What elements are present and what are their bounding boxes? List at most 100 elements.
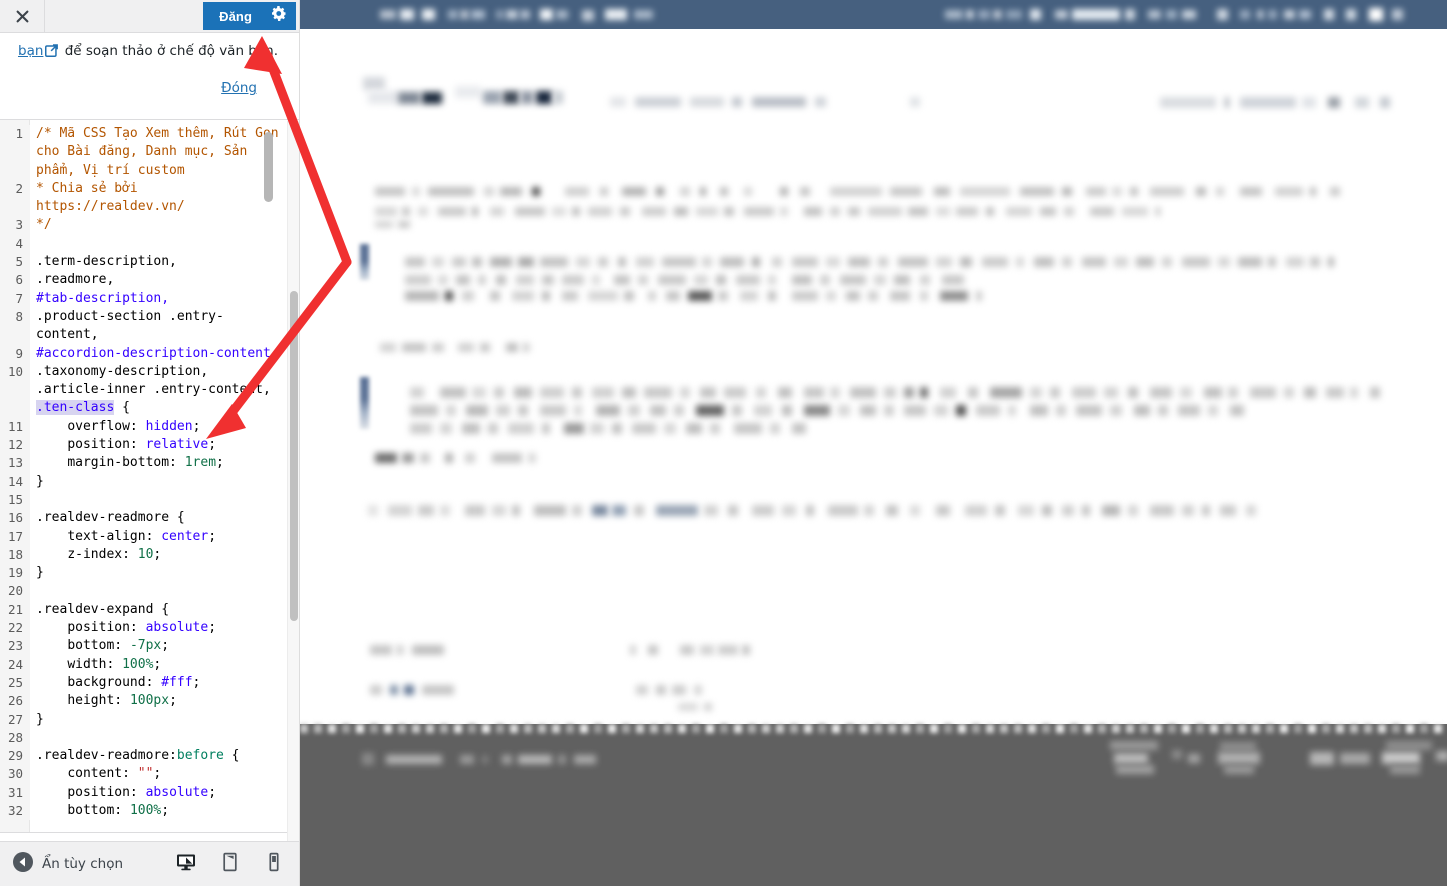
obscured-text-block	[540, 257, 568, 267]
code-line-content[interactable]: height: 100px;	[30, 692, 279, 710]
obscured-text-block	[596, 405, 620, 416]
code-line-content[interactable]: content: "";	[30, 765, 279, 783]
code-line[interactable]: 15	[0, 490, 279, 510]
code-line[interactable]: 12 position: relative;	[0, 436, 279, 455]
code-line[interactable]: 3 */	[0, 216, 279, 235]
code-token: ;	[169, 693, 177, 709]
code-line[interactable]: 18 z-index: 10;	[0, 545, 279, 565]
code-line-content[interactable]: #accordion-description-content,	[30, 345, 279, 363]
wp-admin-bar[interactable]	[300, 0, 1447, 29]
code-line-content[interactable]: bottom: 100%;	[30, 802, 279, 820]
site-preview-frame[interactable]	[300, 0, 1447, 886]
obscured-text-block	[664, 423, 676, 434]
code-line[interactable]: 9 #accordion-description-content,	[0, 344, 279, 363]
code-line[interactable]: 1/* Mã CSS Tạo Xem thêm, Rút Gọn cho Bài…	[0, 125, 279, 180]
code-line[interactable]: 6 .readmore,	[0, 271, 279, 290]
collapse-arrow-icon	[13, 851, 33, 877]
obscured-text-block	[636, 685, 648, 695]
code-line-content[interactable]: bottom: -7px;	[30, 637, 279, 655]
code-line[interactable]: 11 overflow: hidden;	[0, 417, 279, 437]
code-line[interactable]: 19}	[0, 564, 279, 583]
code-line-content[interactable]: .taxonomy-description, .article-inner .e…	[30, 363, 279, 418]
code-line-content[interactable]: .readmore,	[30, 271, 279, 289]
code-line-content[interactable]: }	[30, 711, 279, 729]
code-line[interactable]: 13 margin-bottom: 1rem;	[0, 454, 279, 473]
obscured-text-block	[792, 275, 812, 285]
obscured-text-block	[630, 645, 636, 655]
code-line-content[interactable]: }	[30, 473, 279, 491]
code-line[interactable]: 27}	[0, 710, 279, 729]
obscured-text-block	[1302, 97, 1316, 108]
code-line-content[interactable]: text-align: center;	[30, 528, 279, 546]
code-line-content[interactable]: .realdev-expand {	[30, 601, 279, 619]
code-line[interactable]: 14}	[0, 472, 279, 491]
publish-button[interactable]: Đăng	[203, 2, 266, 30]
obscured-text-block	[572, 387, 582, 398]
notice-inline-link[interactable]: bạn	[18, 43, 43, 59]
code-line[interactable]: 24 width: 100%;	[0, 655, 279, 674]
code-line[interactable]: 31 position: absolute;	[0, 783, 279, 802]
panel-scrollbar-thumb[interactable]	[290, 291, 298, 621]
editor-scrollbar-thumb[interactable]	[264, 132, 273, 202]
code-line-content[interactable]: position: relative;	[30, 436, 279, 454]
code-line[interactable]: 30 content: "";	[0, 765, 279, 784]
code-line[interactable]: 10 .taxonomy-description, .article-inner …	[0, 362, 279, 418]
obscured-text-block	[804, 405, 830, 416]
obscured-text-block	[890, 187, 922, 196]
code-line-content[interactable]: * Chia sẻ bởi https://realdev.vn/	[30, 180, 279, 217]
publish-settings-button[interactable]	[266, 2, 296, 30]
code-line[interactable]: 20	[0, 582, 279, 601]
code-line[interactable]: 21 .realdev-expand {	[0, 600, 279, 620]
desktop-preview-button[interactable]	[176, 852, 196, 877]
obscured-text-block	[624, 291, 634, 301]
obscured-text-block	[1228, 387, 1238, 398]
code-line[interactable]: 16 .realdev-readmore {	[0, 509, 279, 528]
code-line-content[interactable]: z-index: 10;	[30, 546, 279, 564]
code-line-content[interactable]: #tab-description,	[30, 290, 279, 308]
code-line[interactable]: 22 position: absolute;	[0, 619, 279, 638]
code-line[interactable]: 8 .product-section .entry-content,	[0, 307, 279, 345]
site-footer	[300, 724, 1447, 886]
code-line-content[interactable]: position: absolute;	[30, 619, 279, 637]
code-line[interactable]: 32 bottom: 100%;	[0, 801, 279, 821]
footer-obscured-block	[1436, 751, 1447, 761]
code-line[interactable]: 5 .term-description,	[0, 253, 279, 272]
code-line-content[interactable]: */	[30, 216, 279, 234]
code-line[interactable]: 23 bottom: -7px;	[0, 637, 279, 656]
code-line[interactable]: 28	[0, 728, 279, 748]
code-line-content[interactable]: width: 100%;	[30, 656, 279, 674]
footer-obscured-block	[574, 755, 596, 764]
code-line-content[interactable]: background: #fff;	[30, 674, 279, 692]
code-line-content[interactable]: .realdev-readmore:before {	[30, 747, 279, 765]
tablet-preview-button[interactable]	[220, 852, 240, 877]
code-line-content[interactable]: overflow: hidden;	[30, 418, 279, 436]
code-line[interactable]: 2 * Chia sẻ bởi https://realdev.vn/	[0, 179, 279, 217]
code-line-content[interactable]: }	[30, 564, 279, 582]
obscured-text-block	[422, 685, 454, 695]
mobile-preview-button[interactable]	[264, 852, 284, 877]
code-line-content[interactable]: .term-description,	[30, 253, 279, 271]
code-line-content[interactable]: .realdev-readmore {	[30, 509, 279, 527]
collapse-sidebar-button[interactable]: Ẩn tùy chọn	[0, 851, 176, 877]
close-customizer-button[interactable]	[0, 0, 45, 32]
css-code-editor[interactable]: 1/* Mã CSS Tạo Xem thêm, Rút Gọn cho Bài…	[0, 120, 299, 833]
code-line[interactable]: 29 .realdev-readmore:before {	[0, 747, 279, 766]
obscured-text-block	[910, 97, 920, 107]
code-line[interactable]: 17 text-align: center;	[0, 527, 279, 546]
code-line[interactable]: 25 background: #fff;	[0, 673, 279, 693]
obscured-text-block	[402, 453, 414, 463]
code-line[interactable]: 26 height: 100px;	[0, 692, 279, 711]
editor-scrollbar[interactable]	[264, 128, 273, 832]
code-line[interactable]: 4	[0, 234, 279, 254]
obscured-text-block	[1182, 505, 1194, 516]
code-line-content[interactable]: /* Mã CSS Tạo Xem thêm, Rút Gọn cho Bài …	[30, 125, 279, 180]
code-line-content[interactable]: position: absolute;	[30, 784, 279, 802]
code-line-content[interactable]: .product-section .entry-content,	[30, 308, 279, 345]
obscured-text-block	[462, 423, 480, 434]
code-line-content[interactable]: margin-bottom: 1rem;	[30, 454, 279, 472]
code-line[interactable]: 7 #tab-description,	[0, 289, 279, 308]
code-lines-container[interactable]: 1/* Mã CSS Tạo Xem thêm, Rút Gọn cho Bài…	[0, 120, 279, 832]
admin-bar-item	[1148, 10, 1161, 19]
panel-scrollbar[interactable]	[287, 121, 299, 841]
notice-dismiss-link[interactable]: Đóng	[221, 80, 257, 96]
